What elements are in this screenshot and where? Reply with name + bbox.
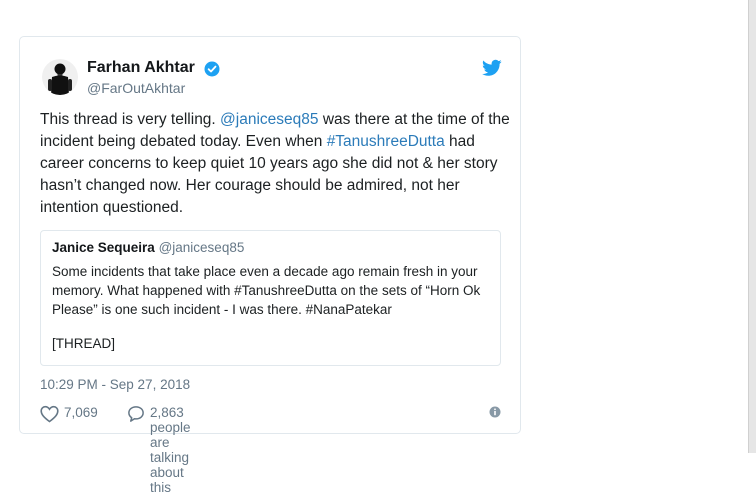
tweet-text: This thread is very telling. @janiceseq8… bbox=[40, 109, 510, 219]
quoted-tweet-header: Janice Sequeira @janiceseq85 bbox=[52, 240, 244, 255]
speech-bubble-icon[interactable] bbox=[127, 405, 145, 423]
like-count[interactable]: 7,069 bbox=[64, 405, 98, 420]
quoted-author-handle: @janiceseq85 bbox=[158, 240, 245, 255]
quoted-tweet-text: Some incidents that take place even a de… bbox=[52, 264, 481, 317]
twitter-bird-icon[interactable] bbox=[482, 59, 502, 77]
hashtag-link[interactable]: #TanushreeDutta bbox=[327, 133, 445, 150]
tweet-timestamp[interactable]: 10:29 PM - Sep 27, 2018 bbox=[40, 377, 190, 392]
quoted-author-name: Janice Sequeira bbox=[52, 240, 155, 255]
tweet-text-segment: This thread is very telling. bbox=[40, 111, 221, 128]
mention-link[interactable]: @janiceseq85 bbox=[220, 111, 318, 128]
quoted-tweet[interactable]: Janice Sequeira @janiceseq85 Some incide… bbox=[40, 230, 501, 366]
heart-icon[interactable] bbox=[40, 405, 59, 423]
author-name[interactable]: Farhan Akhtar bbox=[87, 59, 195, 77]
info-icon[interactable] bbox=[489, 406, 501, 418]
thread-label: [THREAD] bbox=[52, 336, 116, 351]
talking-count[interactable]: 2,863 people are talking about this bbox=[150, 405, 191, 495]
embedded-tweet-card: Farhan Akhtar @FarOutAkhtar This thread … bbox=[19, 36, 521, 495]
avatar[interactable] bbox=[42, 59, 78, 95]
window-scrollbar[interactable] bbox=[748, 0, 756, 453]
author-handle[interactable]: @FarOutAkhtar bbox=[87, 80, 185, 96]
verified-badge-icon bbox=[204, 61, 220, 77]
avatar-person-icon bbox=[48, 63, 72, 95]
